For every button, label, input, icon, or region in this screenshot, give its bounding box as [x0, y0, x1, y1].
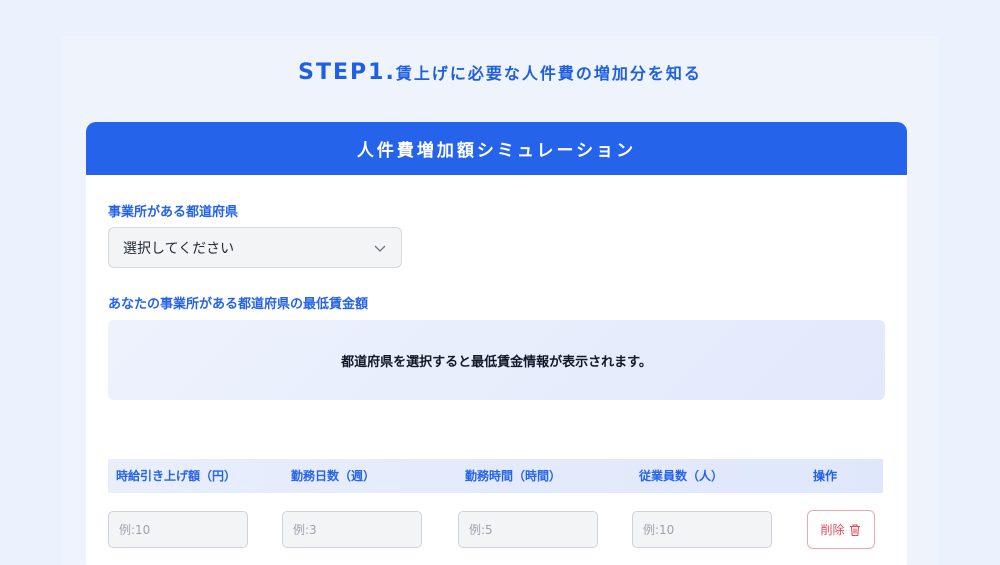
prefecture-select-value: 選択してください: [123, 240, 235, 257]
column-header-action: 操作: [813, 469, 838, 483]
prefecture-label: 事業所がある都道府県: [108, 205, 239, 220]
column-header-days: 勤務日数（週）: [291, 469, 376, 483]
step-title: STEP1.賃上げに必要な人件費の増加分を知る: [0, 60, 1000, 85]
step-heading: 賃上げに必要な人件費の増加分を知る: [395, 64, 702, 83]
simulation-card: 人件費増加額シミュレーション 事業所がある都道府県 選択してください あなたの事…: [86, 122, 907, 565]
min-wage-info-box: 都道府県を選択すると最低賃金情報が表示されます。: [108, 320, 885, 400]
table-header: 時給引き上げ額（円） 勤務日数（週） 勤務時間（時間） 従業員数（人） 操作: [108, 459, 883, 493]
column-header-hours: 勤務時間（時間）: [465, 469, 562, 483]
employees-input[interactable]: [632, 511, 772, 548]
trash-icon: [849, 523, 860, 536]
column-header-raise: 時給引き上げ額（円）: [116, 469, 237, 483]
work-days-input[interactable]: [282, 511, 422, 548]
min-wage-info-text: 都道府県を選択すると最低賃金情報が表示されます。: [341, 354, 652, 370]
step-number: STEP1.: [298, 60, 396, 85]
work-hours-input[interactable]: [458, 511, 598, 548]
column-header-employees: 従業員数（人）: [639, 469, 724, 483]
chevron-down-icon: [374, 245, 386, 252]
delete-label: 削除: [820, 523, 845, 537]
prefecture-select[interactable]: 選択してください: [108, 227, 402, 268]
raise-amount-input[interactable]: [108, 511, 248, 548]
delete-row-button[interactable]: 削除: [807, 510, 875, 549]
card-header: 人件費増加額シミュレーション: [86, 122, 907, 175]
min-wage-label: あなたの事業所がある都道府県の最低賃金額: [108, 297, 369, 312]
